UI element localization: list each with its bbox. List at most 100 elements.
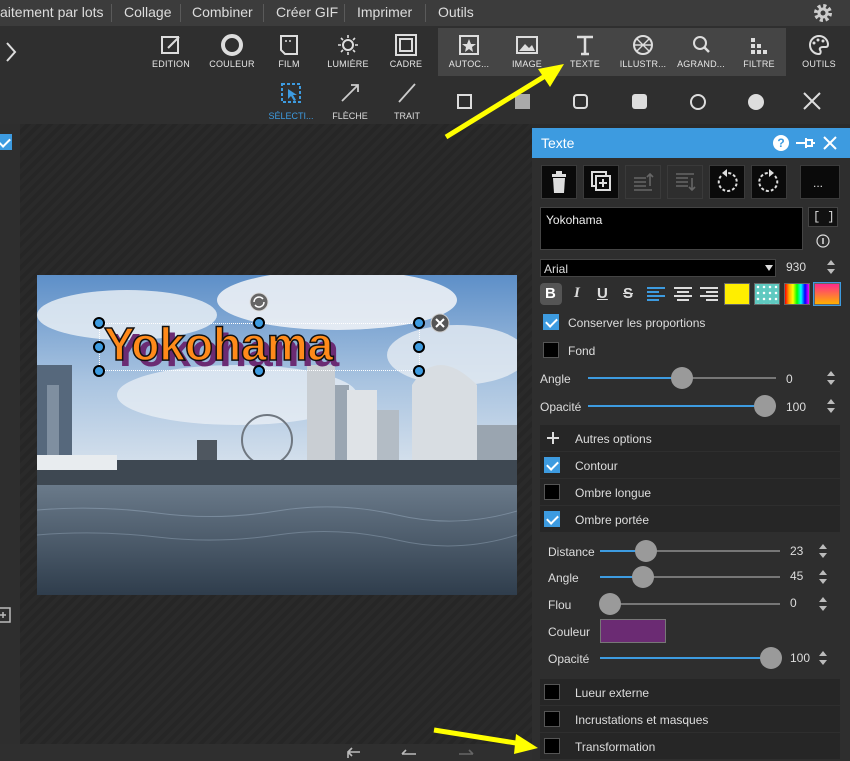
tool-outils[interactable]: OUTILS	[789, 28, 849, 76]
send-back-button[interactable]	[667, 165, 703, 199]
delete-button[interactable]	[541, 165, 577, 199]
shadow-opacity-knob[interactable]	[760, 647, 782, 669]
bracket-button[interactable]: [ ]	[808, 207, 838, 227]
align-center-icon[interactable]	[672, 285, 694, 303]
close-panel-icon[interactable]	[822, 135, 838, 151]
background-checkbox[interactable]	[543, 342, 559, 358]
tool-film[interactable]: FILM	[259, 28, 319, 76]
tool-edition[interactable]: EDITION	[141, 28, 201, 76]
chevron-right-icon[interactable]	[4, 40, 18, 64]
resize-handle[interactable]	[253, 317, 265, 329]
underline-button[interactable]: U	[592, 283, 614, 305]
spinner-icon[interactable]	[826, 397, 836, 415]
font-select[interactable]: Arial	[540, 259, 776, 277]
shadow-opacity-value[interactable]: 100	[790, 651, 810, 665]
shadow-angle-value[interactable]: 45	[790, 569, 803, 583]
bold-button[interactable]: B	[540, 283, 562, 305]
resize-handle[interactable]	[253, 365, 265, 377]
align-left-icon[interactable]	[645, 285, 667, 303]
pin-icon[interactable]	[794, 135, 816, 151]
spinner-icon[interactable]	[818, 595, 828, 613]
rotate-handle-icon[interactable]	[249, 292, 269, 312]
undo-all-icon[interactable]	[342, 746, 364, 760]
spinner-icon[interactable]	[826, 258, 836, 276]
menu-combine[interactable]: Combiner	[192, 4, 253, 20]
shadow-blur-value[interactable]: 0	[790, 596, 797, 610]
background-label: Fond	[568, 344, 596, 358]
font-size-value[interactable]: 930	[786, 260, 806, 274]
resize-handle[interactable]	[413, 365, 425, 377]
tool-couleur[interactable]: COULEUR	[202, 28, 262, 76]
menu-batch[interactable]: aitement par lots	[0, 4, 104, 20]
shadow-distance-value[interactable]: 23	[790, 544, 803, 558]
help-icon[interactable]: ?	[772, 134, 790, 152]
transform-label: Transformation	[575, 740, 656, 754]
circle-outline-icon[interactable]	[689, 93, 707, 111]
more-button[interactable]: ...	[800, 165, 840, 199]
spinner-icon[interactable]	[818, 649, 828, 667]
pattern-swatch[interactable]	[754, 283, 780, 305]
spinner-icon[interactable]	[818, 568, 828, 586]
resize-handle[interactable]	[413, 317, 425, 329]
resize-handle[interactable]	[93, 365, 105, 377]
layer-up-icon	[634, 172, 654, 191]
rotate-left-button[interactable]	[709, 165, 745, 199]
bring-front-button[interactable]	[625, 165, 661, 199]
close-icon[interactable]	[801, 90, 823, 112]
rounded-square-outline-icon[interactable]	[572, 93, 590, 111]
menu-tools[interactable]: Outils	[438, 4, 474, 20]
keep-ratio-checkbox[interactable]	[543, 314, 559, 330]
left-checkbox[interactable]	[0, 134, 12, 150]
rainbow-swatch[interactable]	[784, 283, 810, 305]
tool-illustration[interactable]: ILLUSTR...	[613, 28, 673, 76]
spinner-icon[interactable]	[826, 369, 836, 387]
menu-collage[interactable]: Collage	[124, 4, 171, 20]
align-right-icon[interactable]	[698, 285, 720, 303]
opacity-value[interactable]: 100	[786, 400, 806, 414]
delete-object-icon[interactable]	[430, 313, 450, 333]
annotation-arrow-icon	[433, 727, 538, 754]
opacity-slider-knob[interactable]	[754, 395, 776, 417]
shadow-distance-knob[interactable]	[635, 540, 657, 562]
outer-glow-checkbox[interactable]	[544, 684, 560, 700]
transform-checkbox[interactable]	[544, 738, 560, 754]
tool-lumiere[interactable]: LUMIÈRE	[318, 28, 378, 76]
drop-shadow-checkbox[interactable]	[544, 511, 560, 527]
spinner-icon[interactable]	[818, 542, 828, 560]
tool-filtre[interactable]: FILTRE	[729, 28, 789, 76]
resize-handle[interactable]	[93, 317, 105, 329]
settings-gear-icon[interactable]	[812, 2, 834, 24]
resize-handle[interactable]	[413, 341, 425, 353]
menu-create-gif[interactable]: Créer GIF	[276, 4, 338, 20]
shadow-blur-knob[interactable]	[599, 593, 621, 615]
plus-icon	[547, 432, 559, 444]
tool-agrandir[interactable]: AGRAND...	[671, 28, 731, 76]
angle-slider-knob[interactable]	[671, 367, 693, 389]
tool-selection[interactable]: SÉLECTI...	[265, 82, 317, 122]
color-swatch-yellow[interactable]	[724, 283, 750, 305]
tool-cadre[interactable]: CADRE	[376, 28, 436, 76]
gradient-swatch[interactable]	[813, 282, 841, 306]
undo-icon[interactable]	[398, 746, 420, 760]
add-layer-icon[interactable]	[0, 606, 12, 626]
inlay-mask-checkbox[interactable]	[544, 711, 560, 727]
info-icon[interactable]	[815, 233, 831, 249]
angle-value[interactable]: 0	[786, 372, 793, 386]
duplicate-button[interactable]	[583, 165, 619, 199]
shadow-color-swatch[interactable]	[600, 619, 666, 643]
italic-button[interactable]: I	[568, 283, 590, 305]
line-icon	[398, 83, 416, 103]
rotate-right-button[interactable]	[751, 165, 787, 199]
rounded-square-filled-icon[interactable]	[631, 93, 649, 111]
contour-checkbox[interactable]	[544, 457, 560, 473]
tool-line[interactable]: TRAIT	[381, 82, 433, 122]
menu-print[interactable]: Imprimer	[357, 4, 412, 20]
shadow-blur-track[interactable]	[600, 603, 780, 605]
tool-arrow[interactable]: FLÈCHE	[324, 82, 376, 122]
circle-filled-icon[interactable]	[747, 93, 765, 111]
long-shadow-checkbox[interactable]	[544, 484, 560, 500]
strikethrough-button[interactable]: S	[618, 283, 640, 305]
text-content-input[interactable]: Yokohama	[540, 207, 803, 250]
resize-handle[interactable]	[93, 341, 105, 353]
shadow-angle-knob[interactable]	[632, 566, 654, 588]
